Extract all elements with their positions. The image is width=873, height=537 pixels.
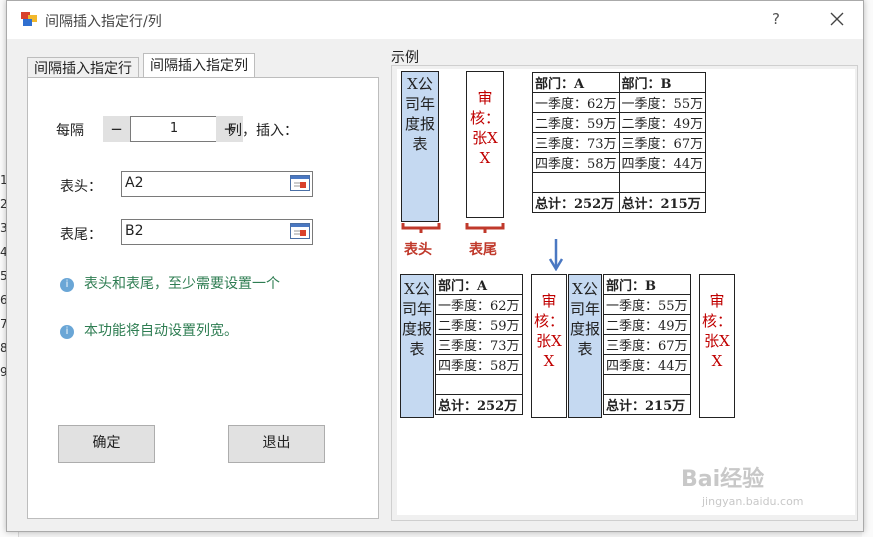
- watermark-logo: Bai经验: [681, 467, 765, 492]
- range-picker-icon[interactable]: [290, 223, 310, 239]
- total-a: 总计：252万: [435, 394, 523, 415]
- watermark-url: jingyan.baidu.com: [702, 495, 804, 508]
- range-picker-icon[interactable]: [290, 175, 310, 191]
- result-footer-box-a: 审核：张XX: [531, 274, 567, 418]
- result-footer-box-b: 审核：张XX: [699, 274, 735, 418]
- title-bar: 间隔插入指定行/列 ?: [7, 1, 863, 39]
- table-cell: 三季度：67万: [603, 334, 691, 355]
- footer-range-field[interactable]: B2: [121, 219, 313, 245]
- table-cell: 一季度：62万: [435, 294, 523, 315]
- example-header-box: X公司年度报表: [401, 71, 439, 222]
- table-cell: 一季度：62万: [532, 92, 620, 113]
- info-text-required: 表头和表尾，至少需要设置一个: [84, 276, 280, 292]
- info-icon: i: [60, 278, 74, 292]
- header-brace-icon: [401, 223, 441, 233]
- dept-b-header: 部门：B: [618, 72, 707, 93]
- total-a: 总计：252万: [532, 192, 620, 213]
- exit-button[interactable]: 退出: [228, 425, 325, 463]
- tab-panel-insert-columns: 每隔 − 1 + 列，插入： 表头： A2 表尾： B2 i 表头和表尾，至少需…: [27, 77, 379, 519]
- example-image: X公司年度报表 审核：张XX 表头 表尾 部门：A 部门：B 一季度：62万 一季度…: [397, 69, 855, 515]
- footer-brace-icon: [465, 223, 505, 233]
- table-cell: 四季度：44万: [603, 354, 691, 375]
- footer-caption: 表尾: [469, 242, 497, 258]
- example-group-label: 示例: [391, 50, 419, 66]
- insert-rows-columns-dialog: 间隔插入指定行/列 ? 间隔插入指定行 间隔插入指定列 每隔 − 1 + 列，插…: [6, 0, 864, 532]
- table-cell: 一季度：55万: [603, 294, 691, 315]
- ok-button[interactable]: 确定: [58, 425, 155, 463]
- table-cell: 四季度：44万: [618, 152, 707, 173]
- header-range-value: A2: [125, 175, 144, 191]
- table-cell: 二季度：49万: [603, 314, 691, 335]
- excel-tool-icon: [21, 12, 37, 26]
- info-message-required: i 表头和表尾，至少需要设置一个: [60, 273, 280, 293]
- result-header-box-b: X公司年度报表: [568, 274, 602, 418]
- window-title: 间隔插入指定行/列: [45, 14, 162, 30]
- footer-label: 表尾：: [60, 227, 102, 243]
- result-header-box-a: X公司年度报表: [400, 274, 434, 418]
- info-text-width: 本功能将自动设置列宽。: [84, 323, 238, 339]
- table-cell: 三季度：73万: [532, 132, 620, 153]
- table-cell: 三季度：73万: [435, 334, 523, 355]
- header-label: 表头：: [60, 179, 102, 195]
- close-icon[interactable]: [825, 7, 849, 31]
- info-icon: i: [60, 325, 74, 339]
- dept-a-header: 部门：A: [435, 274, 523, 295]
- table-cell: [532, 172, 620, 193]
- result-table-a: 部门：A 一季度：62万 二季度：59万 三季度：73万 四季度：58万 总计：…: [435, 274, 523, 415]
- total-b: 总计：215万: [618, 192, 707, 213]
- table-cell: [603, 374, 691, 395]
- table-cell: 四季度：58万: [435, 354, 523, 375]
- dept-b-header: 部门：B: [603, 274, 691, 295]
- interval-suffix-label: 列，插入：: [228, 123, 298, 139]
- table-cell: 三季度：67万: [618, 132, 707, 153]
- table-cell: 一季度：55万: [618, 92, 707, 113]
- dept-a-header: 部门：A: [532, 72, 620, 93]
- table-cell: 二季度：59万: [435, 314, 523, 335]
- every-label: 每隔: [56, 123, 84, 139]
- info-message-width: i 本功能将自动设置列宽。: [60, 320, 238, 340]
- table-cell: [618, 172, 707, 193]
- help-button[interactable]: ?: [772, 10, 780, 28]
- down-arrow-icon: [548, 239, 564, 271]
- table-cell: [435, 374, 523, 395]
- table-cell: 四季度：58万: [532, 152, 620, 173]
- header-caption: 表头: [404, 242, 432, 258]
- header-range-field[interactable]: A2: [121, 171, 313, 197]
- total-b: 总计：215万: [603, 394, 691, 415]
- interval-input[interactable]: 1: [130, 116, 218, 142]
- table-cell: 二季度：49万: [618, 112, 707, 133]
- example-panel: X公司年度报表 审核：张XX 表头 表尾 部门：A 部门：B 一季度：62万 一季度…: [391, 65, 858, 521]
- table-cell: 二季度：59万: [532, 112, 620, 133]
- result-table-b: 部门：B 一季度：55万 二季度：49万 三季度：67万 四季度：44万 总计：…: [603, 274, 691, 415]
- example-footer-box: 审核：张XX: [466, 71, 504, 218]
- decrement-button[interactable]: −: [103, 116, 130, 142]
- footer-range-value: B2: [125, 223, 144, 239]
- interval-stepper: − 1 +: [103, 116, 243, 142]
- example-source-table: 部门：A 部门：B 一季度：62万 一季度：55万 二季度：59万 二季度：49万 三…: [532, 72, 707, 213]
